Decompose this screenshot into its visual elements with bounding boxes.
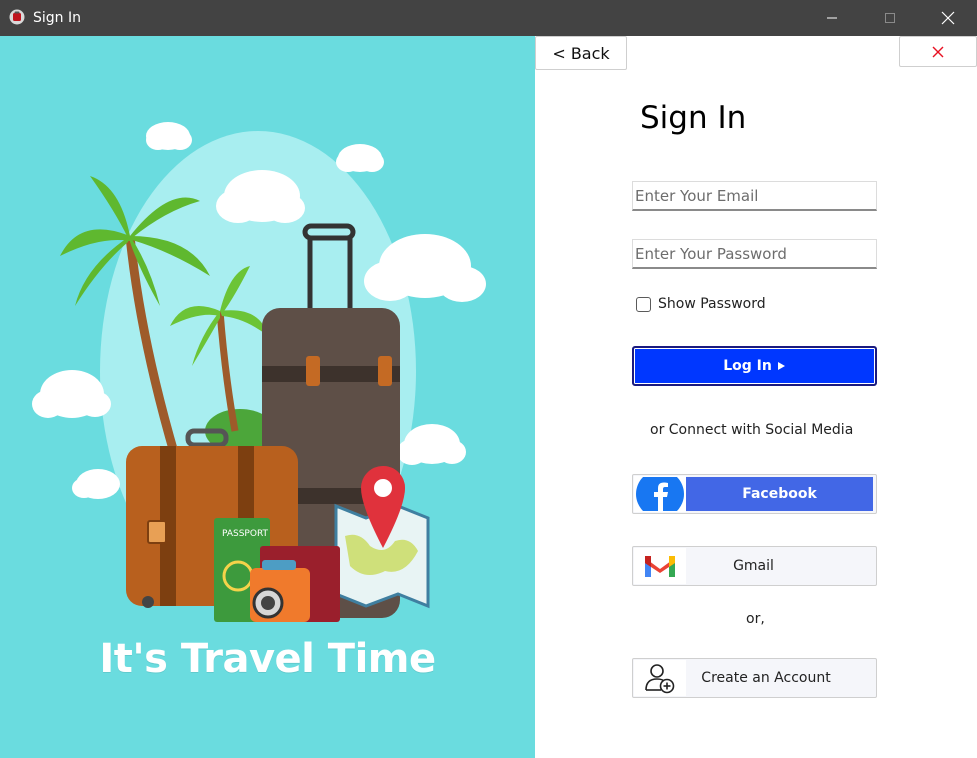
facebook-icon [636, 477, 684, 511]
facebook-button[interactable]: Facebook [632, 474, 877, 514]
create-account-button[interactable]: Create an Account [632, 658, 877, 698]
add-user-icon [645, 664, 675, 694]
back-button[interactable]: < Back [535, 36, 627, 70]
or-separator: or, [746, 611, 765, 627]
cloud-icon [72, 469, 120, 499]
sign-in-panel: < Back Sign In Show Password Log In or C… [535, 36, 977, 758]
show-password-checkbox[interactable] [636, 296, 651, 312]
arrow-right-icon [777, 362, 785, 370]
show-password-toggle[interactable]: Show Password [636, 296, 766, 312]
login-label: Log In [723, 358, 772, 374]
facebook-label: Facebook [686, 477, 873, 511]
social-heading: or Connect with Social Media [650, 422, 854, 438]
window-title: Sign In [33, 10, 81, 26]
cloud-icon [146, 122, 192, 150]
gmail-button[interactable]: Gmail [632, 546, 877, 586]
cloud-icon [336, 144, 384, 172]
create-account-label: Create an Account [701, 670, 831, 686]
app-icon [9, 9, 25, 25]
travel-illustration-panel: PASSPORT It's Travel Time [0, 36, 535, 758]
gmail-icon [645, 556, 675, 577]
close-button[interactable] [899, 36, 977, 67]
show-password-label: Show Password [658, 296, 766, 312]
gmail-icon-wrap [634, 548, 686, 584]
hero-caption: It's Travel Time [99, 636, 436, 682]
window-titlebar: Sign In [0, 0, 977, 36]
cloud-icon [32, 370, 111, 418]
close-icon [932, 46, 944, 57]
minimize-icon [827, 17, 837, 19]
gmail-label: Gmail [733, 558, 774, 574]
facebook-icon-wrap [634, 476, 686, 512]
minimize-button[interactable] [803, 0, 861, 36]
password-input[interactable] [632, 239, 877, 269]
maximize-icon [885, 13, 895, 23]
email-input[interactable] [632, 181, 877, 211]
page-title: Sign In [640, 100, 747, 136]
maximize-button[interactable] [861, 0, 919, 36]
svg-text:PASSPORT: PASSPORT [222, 529, 269, 539]
login-button[interactable]: Log In [632, 346, 877, 386]
add-user-icon-wrap [634, 660, 686, 696]
close-window-icon [941, 11, 955, 25]
close-window-button[interactable] [919, 0, 977, 36]
